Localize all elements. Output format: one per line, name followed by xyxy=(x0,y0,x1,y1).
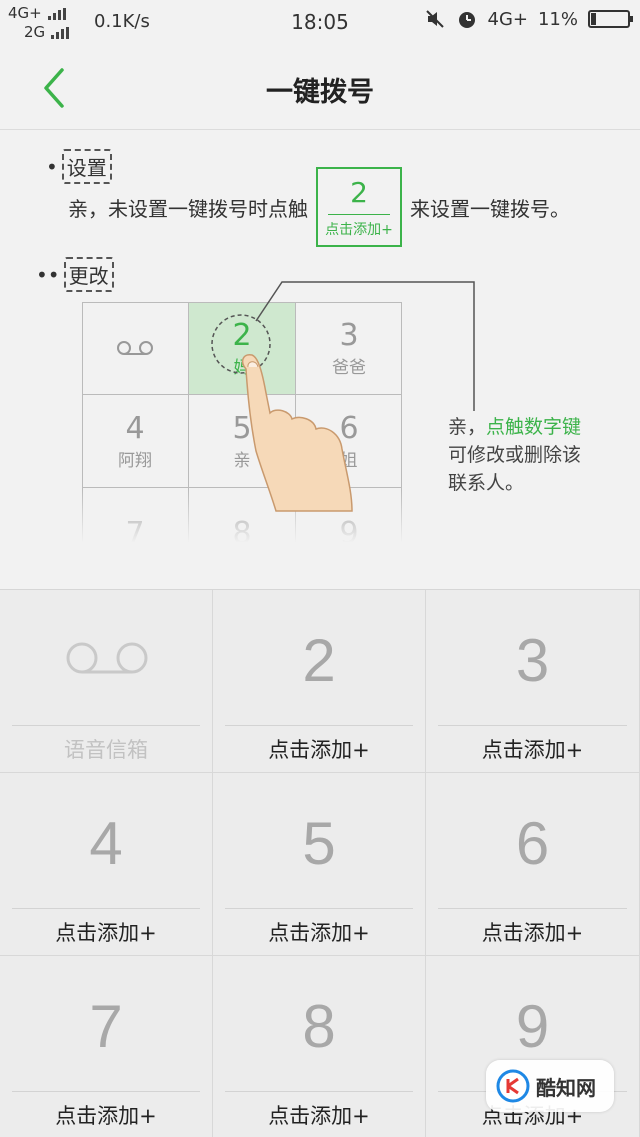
key-digit: 3 xyxy=(515,627,550,694)
voicemail-icon xyxy=(66,642,148,674)
key-label: 点击添加+ xyxy=(481,738,584,762)
battery-percent: 11% xyxy=(537,8,578,30)
mini-key-2: 2 妈 xyxy=(189,302,296,395)
key-label: 点击添加+ xyxy=(481,921,584,945)
key-6[interactable]: 6 点击添加+ xyxy=(426,773,640,956)
watermark-logo-icon xyxy=(496,1069,530,1103)
key-label: 语音信箱 xyxy=(64,738,148,762)
demo-key: 2 点击添加+ xyxy=(316,167,402,247)
mini-key-4: 4 阿翔 xyxy=(82,395,189,488)
setup-description: 亲，未设置一键拨号时点触 2 点击添加+ 来设置一键拨号。 xyxy=(68,167,570,247)
setup-text-after: 来设置一键拨号。 xyxy=(410,196,570,221)
page-title: 一键拨号 xyxy=(266,77,374,108)
battery-icon xyxy=(588,10,633,28)
watermark: 酷知网 xyxy=(486,1060,614,1112)
key-digit: 2 xyxy=(302,627,336,694)
key-7[interactable]: 7 点击添加+ xyxy=(0,956,213,1137)
key-2[interactable]: 2 点击添加+ xyxy=(213,590,426,773)
network-type-3: 4G+ xyxy=(487,8,528,30)
app-header: 一键拨号 xyxy=(0,46,640,130)
voicemail-icon xyxy=(117,341,153,355)
demo-key-label: 点击添加+ xyxy=(325,221,393,238)
mini-keypad-fade xyxy=(82,491,404,543)
demo-key-number: 2 xyxy=(328,176,390,215)
guide-panel: • 设置 亲，未设置一键拨号时点触 2 点击添加+ 来设置一键拨号。 •• 更改… xyxy=(0,131,640,589)
key-digit: 8 xyxy=(302,993,336,1060)
key-digit: 9 xyxy=(515,993,550,1060)
key-digit: 7 xyxy=(89,993,123,1060)
tip-highlight: 点触数字键 xyxy=(486,416,582,438)
alarm-icon xyxy=(458,12,475,28)
mini-key-voicemail xyxy=(82,302,189,395)
key-label: 点击添加+ xyxy=(55,1104,157,1128)
change-label: 更改 xyxy=(63,257,114,292)
key-4[interactable]: 4 点击添加+ xyxy=(0,773,213,956)
key-digit: 6 xyxy=(515,810,550,877)
key-label: 点击添加+ xyxy=(268,738,370,762)
setup-text-before: 亲，未设置一键拨号时点触 xyxy=(68,196,308,221)
tip-text: 亲，点触数字键可修改或删除该联系人。 xyxy=(448,416,582,494)
change-heading: •• 更改 xyxy=(36,257,114,292)
key-label: 点击添加+ xyxy=(268,921,370,945)
key-voicemail[interactable]: 语音信箱 xyxy=(0,590,213,773)
mini-key-6: 6 姐 xyxy=(296,395,402,488)
mini-key-3: 3 爸爸 xyxy=(296,302,402,395)
key-digit: 5 xyxy=(302,810,336,877)
key-8[interactable]: 8 点击添加+ xyxy=(213,956,426,1137)
key-3[interactable]: 3 点击添加+ xyxy=(426,590,640,773)
bullet: •• xyxy=(36,262,60,287)
key-label: 点击添加+ xyxy=(268,1104,370,1128)
bullet: • xyxy=(46,154,58,179)
watermark-text: 酷知网 xyxy=(536,1075,596,1100)
key-label: 点击添加+ xyxy=(55,921,157,945)
speed-dial-keypad: 语音信箱 2 点击添加+ 3 点击添加+ 4 点击添加+ 5 点击添加+ 6 点… xyxy=(0,589,640,1137)
key-5[interactable]: 5 点击添加+ xyxy=(213,773,426,956)
mini-key-5: 5 亲 xyxy=(189,395,296,488)
mute-icon xyxy=(425,10,444,28)
status-bar: 4G+ 2G 0.1K/s 18:05 4G+ 11% xyxy=(0,0,640,46)
key-digit: 4 xyxy=(89,810,123,877)
